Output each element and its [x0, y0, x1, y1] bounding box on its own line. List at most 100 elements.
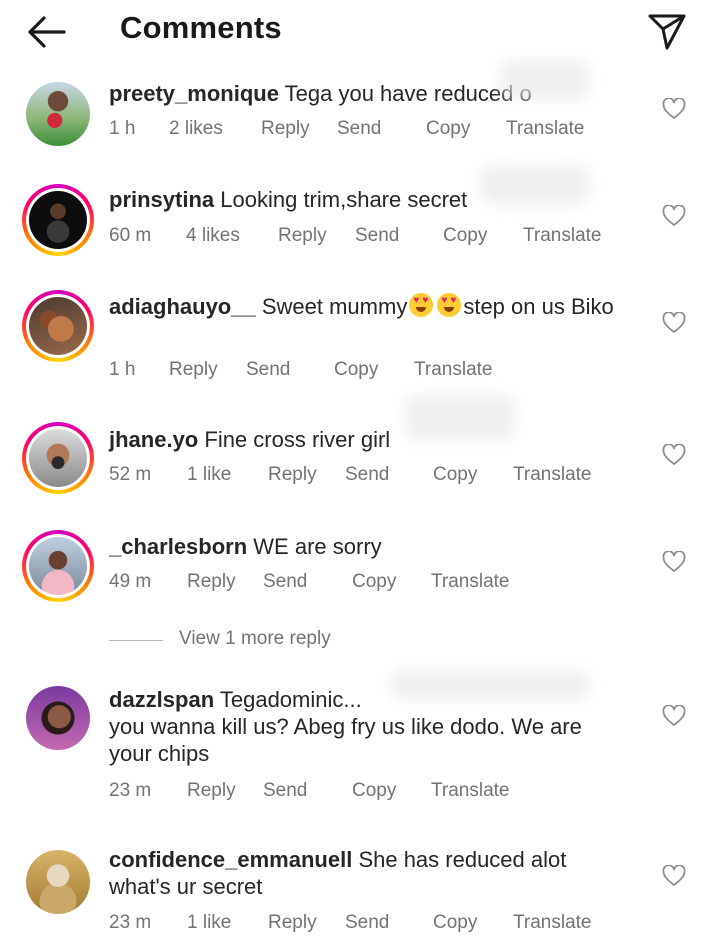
- profile-photo: [26, 850, 90, 914]
- like-button[interactable]: [662, 704, 686, 727]
- copy-button[interactable]: Copy: [352, 571, 396, 593]
- comment-username[interactable]: dazzlspan: [109, 687, 214, 712]
- heart-icon: [662, 311, 686, 333]
- comment-time: 52 m: [109, 464, 152, 485]
- reply-button[interactable]: Reply: [261, 118, 310, 140]
- like-button[interactable]: [662, 864, 686, 887]
- like-button[interactable]: [662, 443, 686, 466]
- comment-username[interactable]: preety_monique: [109, 81, 279, 106]
- like-button[interactable]: [662, 550, 686, 573]
- reply-button[interactable]: Reply: [268, 464, 317, 486]
- heart-eyes-emoji-icon: [437, 293, 462, 317]
- copy-button[interactable]: Copy: [433, 464, 477, 486]
- heart-icon: [662, 97, 686, 119]
- paper-plane-icon: [648, 14, 686, 50]
- comment-username[interactable]: _charlesborn: [109, 534, 247, 559]
- reply-button[interactable]: Reply: [187, 571, 236, 593]
- comment-body: you wanna kill us? Abeg fry us like dodo…: [109, 714, 582, 766]
- likes-count[interactable]: 2 likes: [169, 118, 223, 140]
- like-button[interactable]: [662, 311, 686, 334]
- comment-body-start: Sweet mummy: [261, 294, 408, 319]
- comment-text: adiaghauyo__ Sweet mummy step on us Biko: [109, 293, 649, 320]
- comment-time: 60 m: [109, 225, 152, 246]
- reply-button[interactable]: Reply: [187, 780, 236, 802]
- comment-time: 23 m: [109, 780, 152, 801]
- avatar[interactable]: [22, 290, 94, 362]
- profile-photo: [29, 297, 87, 355]
- likes-count[interactable]: 4 likes: [186, 225, 240, 247]
- avatar[interactable]: [22, 530, 94, 602]
- send-button[interactable]: Send: [246, 359, 290, 381]
- translate-button[interactable]: Translate: [523, 225, 602, 247]
- reply-button[interactable]: Reply: [169, 359, 218, 381]
- avatar[interactable]: [22, 682, 94, 754]
- copy-button[interactable]: Copy: [334, 359, 378, 381]
- comment-username[interactable]: confidence_emmanuell: [109, 847, 352, 872]
- likes-count[interactable]: 1 like: [187, 912, 231, 934]
- like-button[interactable]: [662, 204, 686, 227]
- avatar[interactable]: [22, 184, 94, 256]
- arrow-left-icon: [28, 16, 66, 48]
- heart-icon: [662, 443, 686, 465]
- heart-eyes-emoji-icon: [409, 293, 434, 317]
- back-button[interactable]: [24, 14, 68, 50]
- translate-button[interactable]: Translate: [513, 464, 592, 486]
- comment-body-end: step on us Biko: [463, 294, 614, 319]
- avatar[interactable]: [22, 846, 94, 918]
- profile-photo: [29, 537, 87, 595]
- comment-time: 1 h: [109, 118, 136, 139]
- profile-photo: [26, 686, 90, 750]
- comment-text: jhane.yo Fine cross river girl: [109, 426, 649, 453]
- heart-icon: [662, 864, 686, 886]
- share-button[interactable]: [646, 10, 688, 52]
- heart-icon: [662, 704, 686, 726]
- avatar[interactable]: [22, 422, 94, 494]
- copy-button[interactable]: Copy: [433, 912, 477, 934]
- profile-photo: [29, 191, 87, 249]
- page-title: Comments: [120, 10, 282, 45]
- send-button[interactable]: Send: [263, 571, 307, 593]
- send-button[interactable]: Send: [355, 225, 399, 247]
- divider: [109, 640, 163, 641]
- comment-body: Looking trim,share secret: [220, 187, 468, 212]
- comment-body: Fine cross river girl: [204, 427, 391, 452]
- comment-text: _charlesborn WE are sorry: [109, 533, 649, 560]
- like-button[interactable]: [662, 97, 686, 120]
- watermark-smudge: [480, 165, 590, 205]
- translate-button[interactable]: Translate: [431, 571, 510, 593]
- send-button[interactable]: Send: [263, 780, 307, 802]
- likes-count[interactable]: 1 like: [187, 464, 231, 486]
- watermark-smudge: [500, 60, 590, 100]
- copy-button[interactable]: Copy: [443, 225, 487, 247]
- watermark-smudge: [390, 670, 590, 700]
- comment-username[interactable]: adiaghauyo__: [109, 294, 256, 319]
- profile-photo: [26, 82, 90, 146]
- comment-body: Tega you have reduced o: [284, 81, 532, 106]
- watermark-smudge: [405, 395, 515, 440]
- comment-username[interactable]: jhane.yo: [109, 427, 198, 452]
- avatar[interactable]: [22, 78, 94, 150]
- comment-time: 23 m: [109, 912, 152, 933]
- profile-photo: [29, 429, 87, 487]
- send-button[interactable]: Send: [345, 912, 389, 934]
- comment-body: WE are sorry: [253, 534, 382, 559]
- translate-button[interactable]: Translate: [431, 780, 510, 802]
- comment-time: 1 h: [109, 359, 136, 380]
- send-button[interactable]: Send: [337, 118, 381, 140]
- translate-button[interactable]: Translate: [506, 118, 585, 140]
- comment-body-start: Tegadominic...: [219, 687, 362, 712]
- view-more-replies-label[interactable]: View 1 more reply: [179, 628, 331, 650]
- reply-button[interactable]: Reply: [278, 225, 327, 247]
- heart-icon: [662, 550, 686, 572]
- copy-button[interactable]: Copy: [426, 118, 470, 140]
- header-bar: Comments: [0, 0, 720, 64]
- heart-icon: [662, 204, 686, 226]
- reply-button[interactable]: Reply: [268, 912, 317, 934]
- comment-text: confidence_emmanuell She has reduced alo…: [109, 846, 609, 900]
- send-button[interactable]: Send: [345, 464, 389, 486]
- comment-time: 49 m: [109, 571, 152, 592]
- translate-button[interactable]: Translate: [414, 359, 493, 381]
- copy-button[interactable]: Copy: [352, 780, 396, 802]
- comment-username[interactable]: prinsytina: [109, 187, 214, 212]
- translate-button[interactable]: Translate: [513, 912, 592, 934]
